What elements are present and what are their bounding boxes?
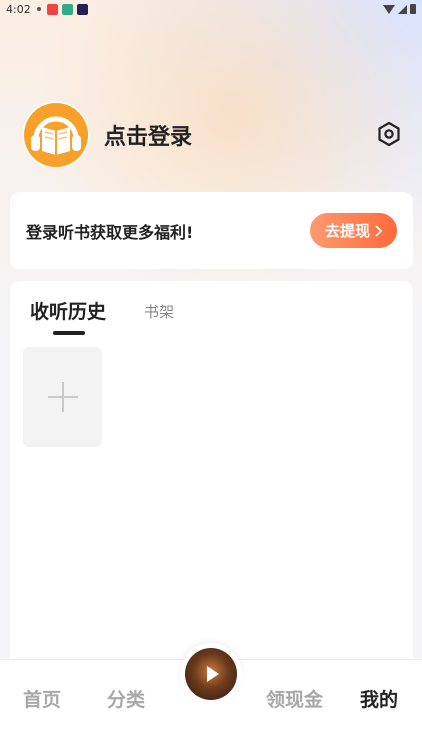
plus-icon: [47, 382, 78, 412]
status-bar: 4:02: [0, 0, 422, 18]
tab-active-indicator: [53, 331, 85, 335]
promo-card: 登录听书获取更多福利! 去提现: [10, 192, 413, 269]
app-notification-icon: [61, 3, 73, 15]
status-time: 4:02: [6, 2, 31, 16]
history-tabs: 收听历史 书架: [30, 297, 174, 335]
nav-item-category[interactable]: 分类: [107, 685, 145, 712]
status-icons: [383, 4, 416, 14]
chevron-right-icon: [375, 224, 382, 237]
nav-item-mine[interactable]: 我的: [360, 685, 398, 712]
mini-player-button[interactable]: [180, 643, 242, 705]
notification-dot-icon: [36, 7, 41, 11]
settings-button[interactable]: [376, 121, 402, 147]
wifi-icon: [383, 4, 395, 14]
withdraw-button-label: 去提现: [324, 222, 370, 240]
hexagon-settings-icon: [378, 121, 400, 147]
nav-item-home[interactable]: 首页: [23, 685, 61, 712]
tab-listening-history[interactable]: 收听历史: [30, 297, 107, 335]
signal-icon: [398, 4, 407, 14]
headphone-book-icon: [31, 116, 81, 155]
promo-text: 登录听书获取更多福利!: [26, 222, 194, 242]
app-notification-icon: [76, 3, 88, 15]
tab-label: 收听历史: [30, 301, 107, 323]
nav-item-cash[interactable]: 领现金: [266, 685, 323, 712]
tab-bookshelf[interactable]: 书架: [144, 301, 174, 324]
history-card: 收听历史 书架: [10, 281, 413, 681]
avatar[interactable]: [22, 101, 90, 169]
withdraw-button[interactable]: 去提现: [310, 213, 397, 248]
profile-header[interactable]: 点击登录: [22, 101, 402, 169]
login-prompt[interactable]: 点击登录: [104, 119, 192, 151]
add-book-tile[interactable]: [23, 347, 102, 447]
battery-icon: [410, 4, 416, 14]
player-cover-art[interactable]: [185, 648, 237, 700]
app-notification-icon: [46, 3, 58, 15]
tab-label: 书架: [144, 303, 175, 321]
play-icon: [206, 666, 219, 682]
